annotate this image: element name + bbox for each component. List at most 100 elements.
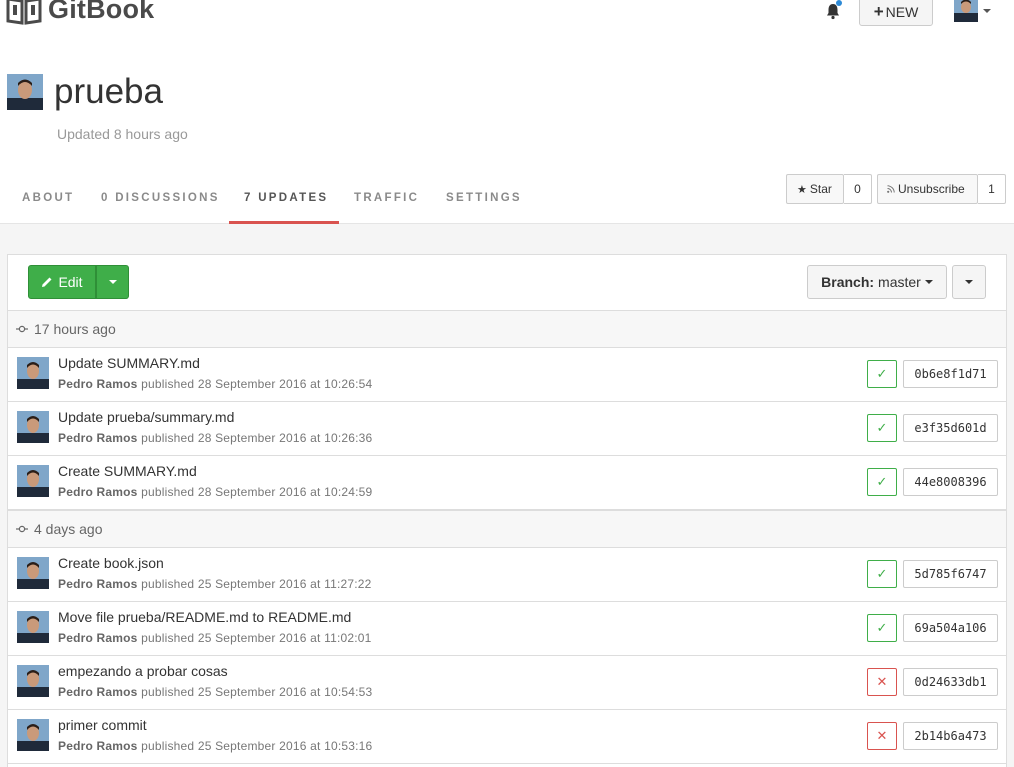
check-icon: ✓ (876, 366, 888, 381)
commit-date: published 25 September 2016 at 10:54:53 (141, 685, 373, 699)
commit-row[interactable]: Move file prueba/README.md to README.md … (8, 602, 1006, 656)
author-avatar (17, 611, 49, 643)
commit-row[interactable]: Create book.json Pedro Ramos published 2… (8, 548, 1006, 602)
tab-about[interactable]: ABOUT (22, 172, 74, 224)
tab-updates[interactable]: 7 UPDATES (229, 172, 339, 224)
cross-icon: ✕ (876, 674, 888, 689)
commit-row[interactable]: Create SUMMARY.md Pedro Ramos published … (8, 456, 1006, 510)
commit-date: published 25 September 2016 at 11:02:01 (141, 631, 372, 645)
chevron-down-icon[interactable] (983, 9, 991, 13)
gitbook-book-icon (6, 0, 42, 25)
commit-sha-button[interactable]: 0b6e8f1d71 (903, 360, 998, 388)
tab-discussions[interactable]: 0 DISCUSSIONS (101, 172, 220, 224)
status-badge[interactable]: ✕ (867, 722, 897, 750)
commit-message[interactable]: Create SUMMARY.md (58, 463, 197, 479)
commit-message[interactable]: Update prueba/summary.md (58, 409, 234, 425)
pencil-icon (42, 277, 52, 287)
branch-prefix: Branch: (821, 274, 875, 290)
plus-icon: + (873, 2, 884, 21)
author-avatar (17, 557, 49, 589)
status-badge[interactable]: ✓ (867, 560, 897, 588)
commit-sha-button[interactable]: 0d24633db1 (903, 668, 998, 696)
commit-row[interactable]: primer commit Pedro Ramos published 25 S… (8, 710, 1006, 764)
star-label: Star (809, 182, 832, 196)
cross-icon: ✕ (876, 728, 888, 743)
commit-message[interactable]: primer commit (58, 717, 147, 733)
status-badge[interactable]: ✕ (867, 668, 897, 696)
check-icon: ✓ (876, 620, 888, 635)
rss-icon (887, 185, 895, 193)
check-icon: ✓ (876, 474, 888, 489)
author-avatar (17, 665, 49, 697)
tab-settings[interactable]: SETTINGS (446, 172, 522, 224)
commit-meta: Pedro Ramos published 28 September 2016 … (58, 431, 372, 445)
commit-message[interactable]: empezando a probar cosas (58, 663, 228, 679)
commit-row[interactable]: Update prueba/summary.md Pedro Ramos pub… (8, 402, 1006, 456)
commit-sha-button[interactable]: e3f35d601d (903, 414, 998, 442)
status-badge[interactable]: ✓ (867, 614, 897, 642)
commit-date: published 25 September 2016 at 10:53:16 (141, 739, 373, 753)
updates-panel: Edit Branch: master 17 hours ago Update … (7, 254, 1007, 767)
commit-meta: Pedro Ramos published 25 September 2016 … (58, 685, 372, 699)
commit-meta: Pedro Ramos published 25 September 2016 … (58, 631, 372, 645)
commit-icon (16, 325, 28, 333)
status-badge[interactable]: ✓ (867, 468, 897, 496)
edit-label: Edit (58, 274, 83, 290)
author-avatar (17, 357, 49, 389)
commit-row[interactable]: Update SUMMARY.md Pedro Ramos published … (8, 348, 1006, 402)
commit-meta: Pedro Ramos published 28 September 2016 … (58, 485, 372, 499)
status-badge[interactable]: ✓ (867, 360, 897, 388)
branch-menu-button[interactable] (952, 265, 986, 299)
group-label: 17 hours ago (34, 321, 116, 337)
commit-sha-button[interactable]: 5d785f6747 (903, 560, 998, 588)
chevron-down-icon (965, 280, 973, 284)
user-avatar[interactable] (954, 0, 978, 22)
chevron-down-icon (108, 280, 117, 284)
commit-message[interactable]: Create book.json (58, 555, 164, 571)
app-name: GitBook (48, 0, 155, 24)
gitbook-logo[interactable]: GitBook (6, 0, 154, 25)
commit-meta: Pedro Ramos published 28 September 2016 … (58, 377, 372, 391)
unsubscribe-button[interactable]: Unsubscribe (877, 174, 978, 204)
check-icon: ✓ (876, 420, 888, 435)
author-avatar (17, 411, 49, 443)
unsubscribe-label: Unsubscribe (898, 182, 965, 196)
commit-author: Pedro Ramos (58, 685, 138, 699)
check-icon: ✓ (876, 566, 888, 581)
subscriber-count: 1 (978, 174, 1006, 204)
commit-author: Pedro Ramos (58, 377, 138, 391)
book-owner-avatar (7, 74, 43, 110)
commit-row[interactable]: empezando a probar cosas Pedro Ramos pub… (8, 656, 1006, 710)
updates-toolbar: Edit Branch: master (8, 255, 1006, 310)
commit-sha-button[interactable]: 69a504a106 (903, 614, 998, 642)
commit-meta: Pedro Ramos published 25 September 2016 … (58, 739, 372, 753)
commit-meta: Pedro Ramos published 25 September 2016 … (58, 577, 372, 591)
branch-selector[interactable]: Branch: master (807, 265, 947, 299)
branch-name: master (878, 274, 921, 290)
commit-author: Pedro Ramos (58, 485, 138, 499)
commit-date: published 28 September 2016 at 10:24:59 (141, 485, 373, 499)
star-count: 0 (844, 174, 872, 204)
commit-date: published 28 September 2016 at 10:26:36 (141, 431, 373, 445)
commit-author: Pedro Ramos (58, 631, 138, 645)
edit-dropdown-button[interactable] (96, 265, 129, 299)
edit-button[interactable]: Edit (28, 265, 96, 299)
commit-message[interactable]: Update SUMMARY.md (58, 355, 200, 371)
commit-message[interactable]: Move file prueba/README.md to README.md (58, 609, 351, 625)
new-button[interactable]: + NEW (859, 0, 933, 26)
group-header: 17 hours ago (8, 310, 1006, 348)
commit-icon (16, 525, 28, 533)
star-button[interactable]: ★ Star (786, 174, 844, 204)
commit-author: Pedro Ramos (58, 577, 138, 591)
group-header: 4 days ago (8, 510, 1006, 548)
commit-sha-button[interactable]: 44e8008396 (903, 468, 998, 496)
tab-traffic[interactable]: TRAFFIC (354, 172, 419, 224)
author-avatar (17, 719, 49, 751)
commit-date: published 25 September 2016 at 11:27:22 (141, 577, 372, 591)
status-badge[interactable]: ✓ (867, 414, 897, 442)
book-updated-time: Updated 8 hours ago (57, 126, 188, 142)
commit-author: Pedro Ramos (58, 739, 138, 753)
commit-sha-button[interactable]: 2b14b6a473 (903, 722, 998, 750)
main-content: Edit Branch: master 17 hours ago Update … (0, 224, 1014, 767)
notification-dot (836, 0, 842, 6)
